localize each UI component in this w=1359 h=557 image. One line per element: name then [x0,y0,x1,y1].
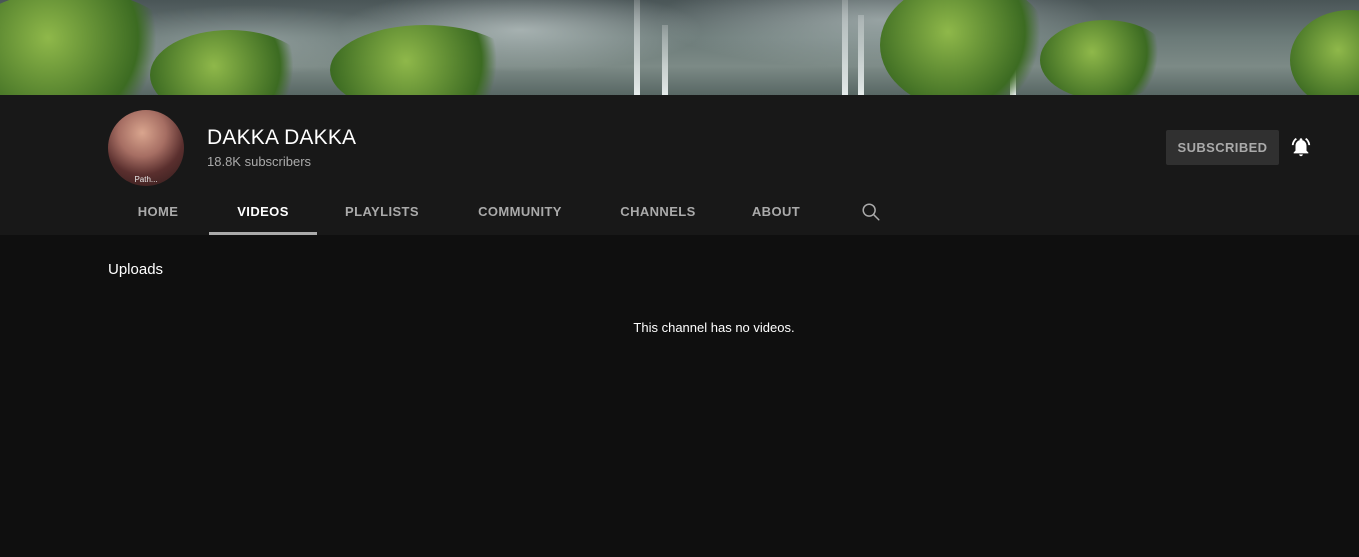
banner-waterfall [842,0,848,95]
tab-home[interactable]: HOME [120,190,196,233]
banner-waterfall [634,0,640,95]
channel-header: Path... DAKKA DAKKA 18.8K subscribers SU… [0,95,1359,235]
empty-state-message: This channel has no videos. [633,320,795,335]
banner-waterfall [662,25,668,95]
tab-about[interactable]: ABOUT [738,190,814,233]
search-icon[interactable] [860,201,882,223]
notification-bell-icon[interactable] [1290,136,1312,158]
subscriber-count: 18.8K subscribers [207,154,312,169]
channel-name: DAKKA DAKKA [207,126,357,149]
tab-community[interactable]: COMMUNITY [461,190,579,233]
channel-avatar[interactable]: Path... [108,110,184,186]
tab-videos[interactable]: VIDEOS [209,190,317,235]
subscribed-button[interactable]: SUBSCRIBED [1166,130,1279,165]
tab-channels[interactable]: CHANNELS [606,190,710,233]
banner-waterfall [858,15,864,95]
uploads-heading: Uploads [108,261,164,278]
banner-foliage [1040,20,1170,95]
channel-banner [0,0,1359,95]
banner-foliage [880,0,1050,95]
avatar-caption: Path... [134,175,158,184]
tab-playlists[interactable]: PLAYLISTS [330,190,434,233]
channel-tabs: HOME VIDEOS PLAYLISTS COMMUNITY CHANNELS… [0,190,1359,235]
